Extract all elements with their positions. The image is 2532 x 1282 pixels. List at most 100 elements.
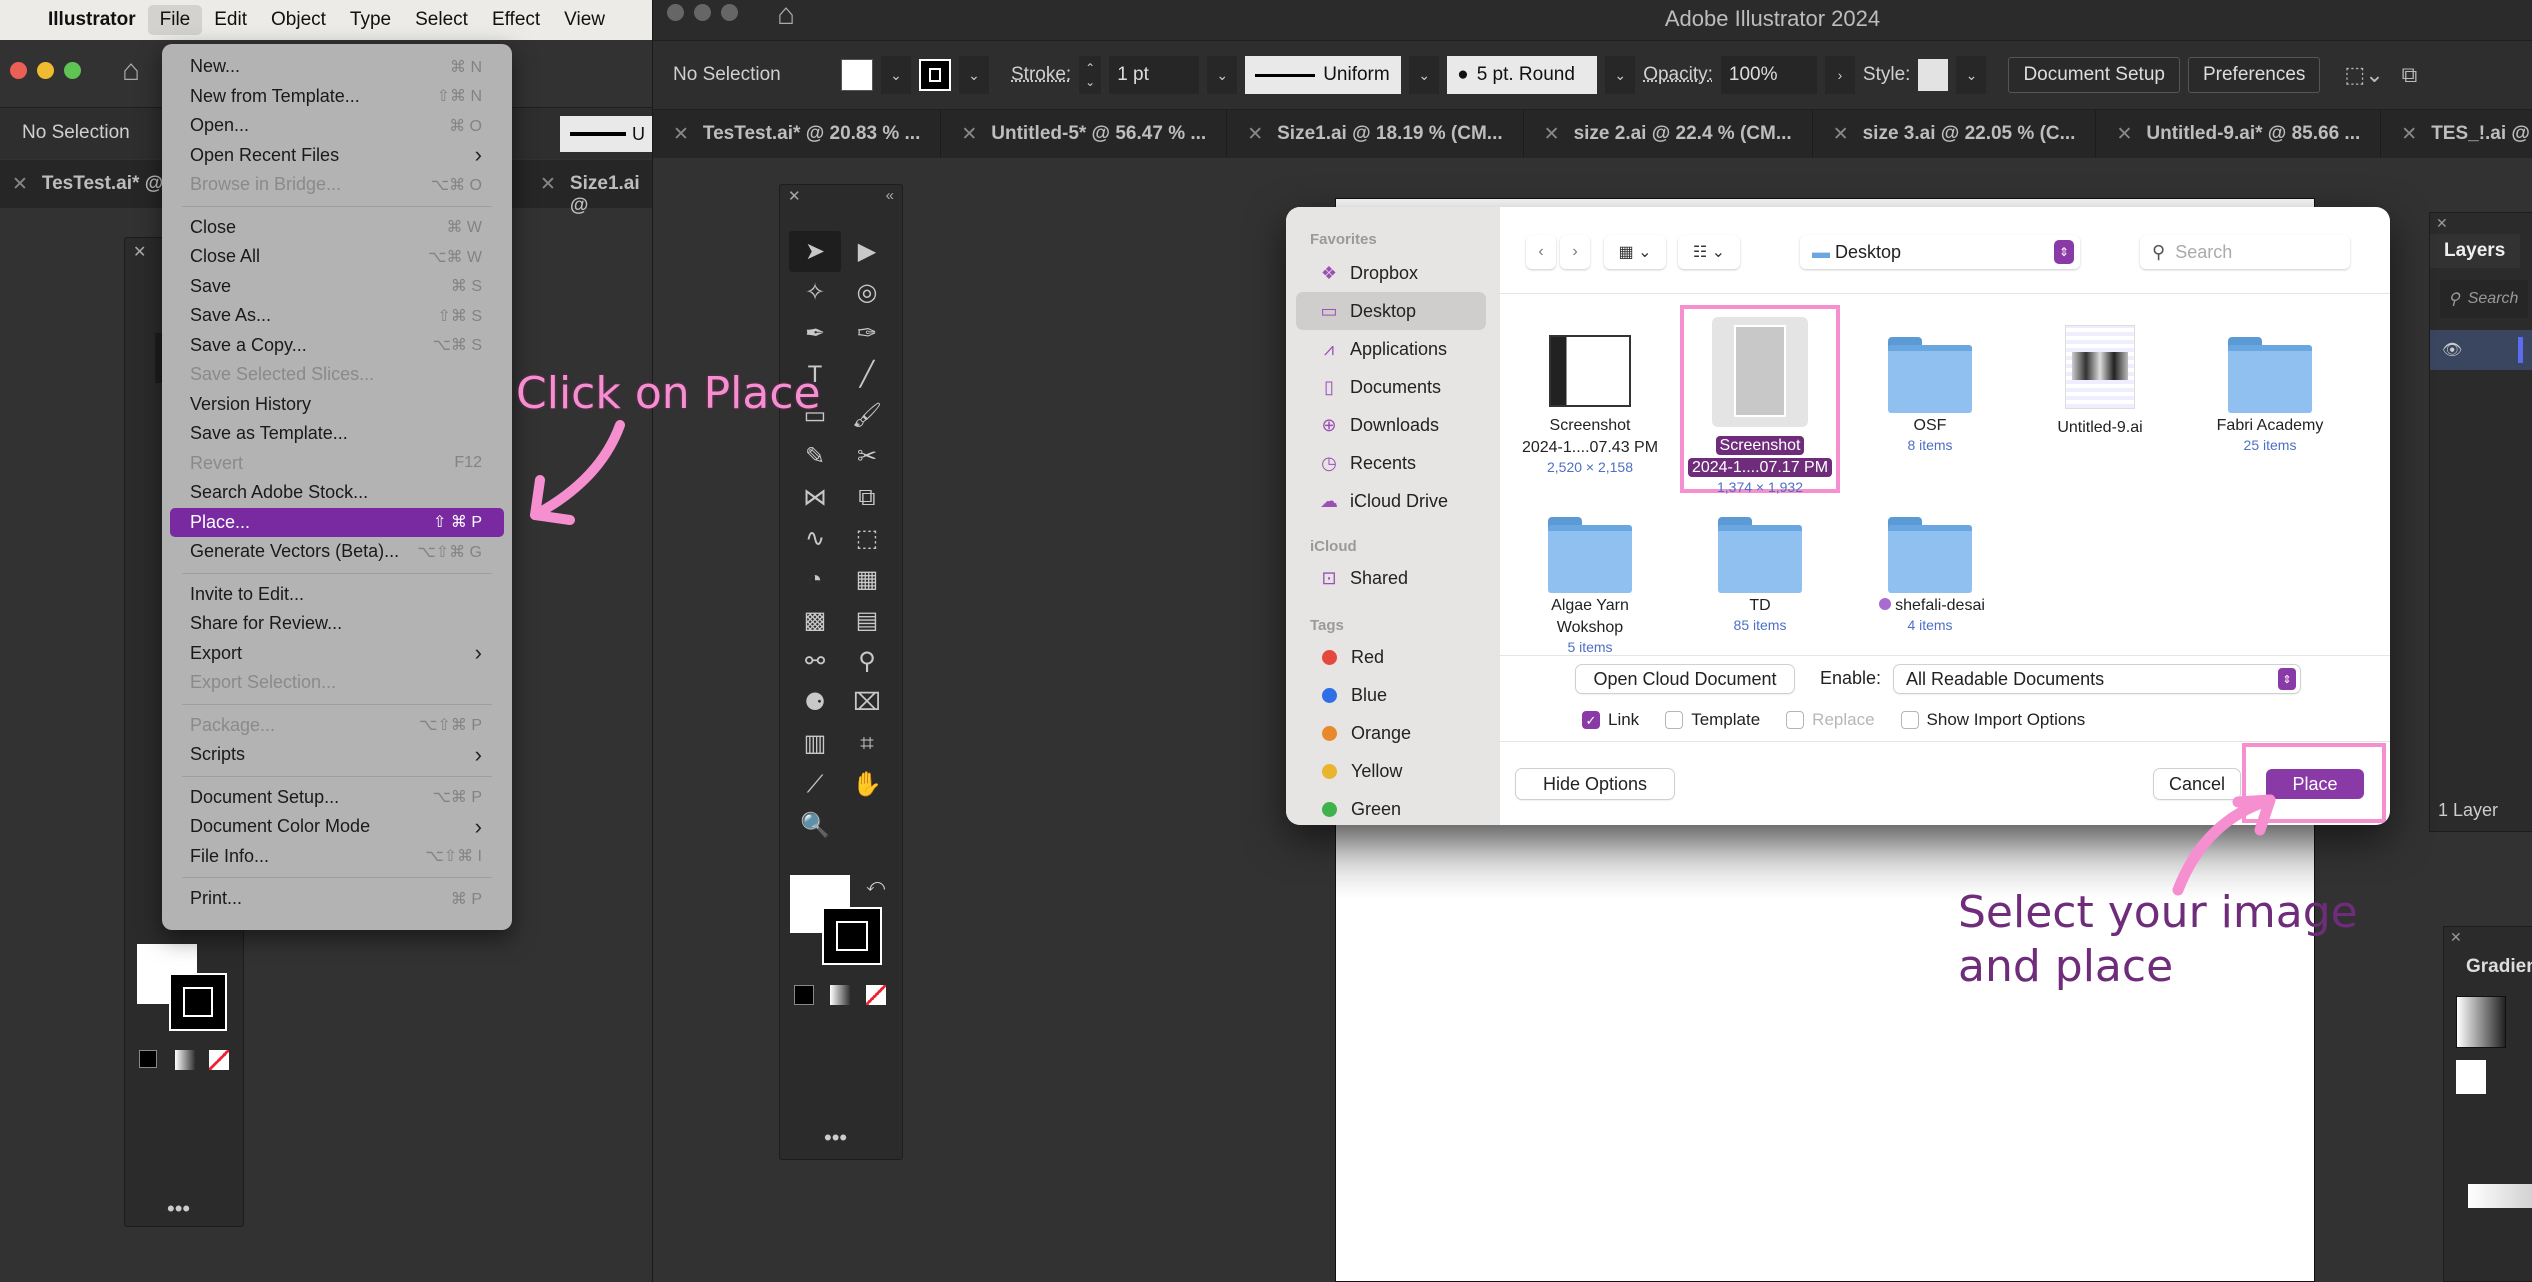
color-mode-button[interactable] <box>794 985 814 1005</box>
menu-item-document-color-mode[interactable]: Document Color Mode › <box>170 812 504 842</box>
stroke-label[interactable]: Stroke: <box>1011 64 1071 86</box>
tab-size1[interactable]: ✕ Size1.ai @ <box>540 173 652 217</box>
more-tools-icon[interactable]: ••• <box>167 1196 190 1222</box>
hand-tool[interactable]: ✋ <box>841 764 893 805</box>
menu-item-save[interactable]: Save ⌘ S <box>170 272 504 302</box>
sidebar-item-recents[interactable]: ◷ Recents <box>1296 444 1486 482</box>
tag-blue[interactable]: Blue <box>1296 676 1486 714</box>
scissors-tool[interactable]: ✂ <box>841 436 893 477</box>
collapse-panel-icon[interactable]: « <box>886 187 894 205</box>
option-link[interactable]: ✓ Link <box>1582 710 1639 730</box>
fill-dropdown[interactable]: ⌄ <box>881 56 911 94</box>
menu-item-print[interactable]: Print... ⌘ P <box>170 884 504 914</box>
brush-dropdown[interactable]: ⌄ <box>1605 56 1636 94</box>
more-tools-icon[interactable]: ••• <box>824 1125 847 1151</box>
enable-select[interactable]: All Readable Documents ⇕ <box>1894 665 2300 693</box>
menu-item-save-as-template[interactable]: Save as Template... <box>170 419 504 449</box>
none-mode-button[interactable] <box>209 1050 229 1070</box>
location-popup[interactable]: ▬ Desktop ⇕ <box>1800 235 2080 269</box>
color-mode-button[interactable] <box>139 1050 157 1068</box>
menu-item-export[interactable]: Export › <box>170 639 504 669</box>
checkbox[interactable] <box>1900 711 1919 729</box>
menu-view[interactable]: View <box>552 5 617 35</box>
selection-tool[interactable]: ➤ <box>789 231 841 272</box>
none-mode-button[interactable] <box>866 985 886 1005</box>
fill-swatch[interactable] <box>2456 1060 2486 1094</box>
stroke-weight-input[interactable]: 1 pt <box>1109 56 1200 94</box>
menu-item-scripts[interactable]: Scripts › <box>170 740 504 770</box>
knife-tool[interactable]: ⟋ <box>789 764 841 805</box>
lasso-tool[interactable]: ◎ <box>841 272 893 313</box>
gradient-tool[interactable]: ▤ <box>841 600 893 641</box>
sidebar-item-icloud-drive[interactable]: ☁ iCloud Drive <box>1296 482 1486 520</box>
menu-item-place[interactable]: Place... ⇧ ⌘ P <box>170 507 504 537</box>
reflect-tool[interactable]: ⋈ <box>789 477 841 518</box>
shape-builder-tool[interactable]: ◔ <box>789 559 841 600</box>
tab-testest[interactable]: ✕ TesTest.ai* @ <box>12 173 163 196</box>
fill-color-swatch[interactable] <box>841 59 873 91</box>
stroke-swatch[interactable] <box>169 973 227 1031</box>
layers-tab[interactable]: Layers <box>2430 234 2520 268</box>
menu-object[interactable]: Object <box>259 5 338 35</box>
sidebar-item-dropbox[interactable]: ❖ Dropbox <box>1296 254 1486 292</box>
open-cloud-document-button[interactable]: Open Cloud Document <box>1576 665 1794 693</box>
symbol-sprayer-tool[interactable]: ⚈ <box>789 682 841 723</box>
arrange-documents-icon[interactable]: ⧉ <box>2402 62 2418 88</box>
close-panel-icon[interactable]: ✕ <box>2444 927 2532 948</box>
stroke-weight-dropdown[interactable]: ⌄ <box>1207 56 1238 94</box>
menu-type[interactable]: Type <box>338 5 403 35</box>
menu-item-share-for-review[interactable]: Share for Review... <box>170 609 504 639</box>
gradient-slider[interactable] <box>2468 1184 2532 1208</box>
brush-definition[interactable]: ● 5 pt. Round <box>1447 56 1598 94</box>
close-tab-icon[interactable]: ✕ <box>1544 123 1560 146</box>
menu-item-invite-to-edit[interactable]: Invite to Edit... <box>170 580 504 610</box>
swap-fill-stroke-icon[interactable]: ⤺ <box>866 875 885 896</box>
gradient-swatch[interactable] <box>2456 996 2506 1048</box>
folder-item[interactable]: Algae Yarn Wokshop 5 items <box>1510 497 1670 655</box>
zoom-window-button[interactable] <box>64 62 81 79</box>
menu-item-open[interactable]: Open... ⌘ O <box>170 111 504 141</box>
tag-red[interactable]: Red <box>1296 638 1486 676</box>
tab-untitled-5[interactable]: ✕ Untitled-5* @ 56.47 % ... <box>941 110 1228 158</box>
preferences-button[interactable]: Preferences <box>2187 57 2321 93</box>
profile-dropdown[interactable]: ⌄ <box>1409 56 1440 94</box>
tab-untitled-9[interactable]: ✕ Untitled-9.ai* @ 85.66 ... <box>2096 110 2382 158</box>
stroke-swatch[interactable] <box>822 907 882 965</box>
artboard-tool[interactable]: ⌗ <box>841 723 893 764</box>
hide-options-button[interactable]: Hide Options <box>1516 769 1674 799</box>
close-tab-icon[interactable]: ✕ <box>673 123 689 146</box>
close-tab-icon[interactable]: ✕ <box>2116 123 2132 146</box>
icon-view-button[interactable]: ▦ ⌄ <box>1604 235 1666 269</box>
file-item[interactable]: Screenshot 2024-1....07.43 PM 2,520 × 2,15… <box>1510 317 1670 475</box>
menu-item-close[interactable]: Close ⌘ W <box>170 213 504 243</box>
free-transform-tool[interactable]: ⬚ <box>841 518 893 559</box>
document-setup-button[interactable]: Document Setup <box>2008 57 2180 93</box>
sidebar-item-shared[interactable]: ⊡ Shared <box>1296 559 1486 597</box>
sidebar-item-documents[interactable]: ▯ Documents <box>1296 368 1486 406</box>
opacity-label[interactable]: Opacity: <box>1643 64 1713 86</box>
tag-green[interactable]: Green <box>1296 790 1486 825</box>
slice-select-tool[interactable]: ⌧ <box>841 682 893 723</box>
stroke-weight-stepper[interactable]: ⌃ ⌄ <box>1079 56 1102 94</box>
gradient-mode-button[interactable] <box>830 985 850 1005</box>
option-template[interactable]: Template <box>1665 710 1760 730</box>
stroke-color-swatch[interactable] <box>919 59 951 91</box>
folder-item[interactable]: OSF 8 items <box>1850 317 2010 453</box>
pen-tool[interactable]: ✒ <box>789 313 841 354</box>
magic-wand-tool[interactable]: ✧ <box>789 272 841 313</box>
menu-item-search-adobe-stock[interactable]: Search Adobe Stock... <box>170 478 504 508</box>
group-by-button[interactable]: ☷ ⌄ <box>1678 235 1740 269</box>
close-tab-icon[interactable]: ✕ <box>1833 123 1849 146</box>
menu-item-new[interactable]: New... ⌘ N <box>170 52 504 82</box>
close-tab-icon[interactable]: ✕ <box>1247 123 1263 146</box>
stroke-dropdown[interactable]: ⌄ <box>959 56 989 94</box>
close-tab-icon[interactable]: ✕ <box>12 173 28 196</box>
select-similar-icon[interactable]: ⬚⌄ <box>2344 62 2383 88</box>
checkbox[interactable] <box>1665 711 1684 729</box>
close-tab-icon[interactable]: ✕ <box>961 123 977 146</box>
menu-item-document-setup[interactable]: Document Setup... ⌥⌘ P <box>170 783 504 813</box>
tab-testest[interactable]: ✕ TesTest.ai* @ 20.83 % ... <box>653 110 942 158</box>
eye-icon[interactable]: 👁 <box>2442 340 2462 360</box>
paintbrush-tool[interactable]: 🖌 <box>841 395 893 436</box>
minimize-window-button[interactable] <box>37 62 54 79</box>
